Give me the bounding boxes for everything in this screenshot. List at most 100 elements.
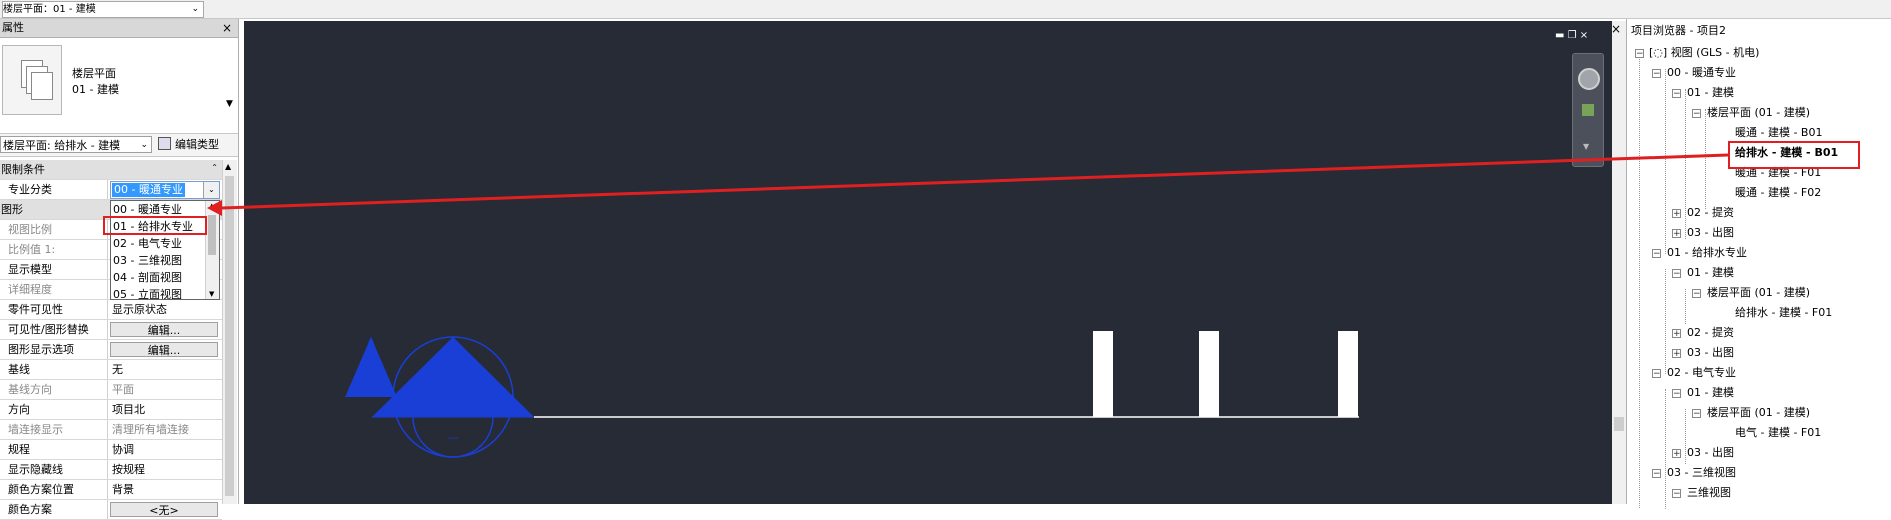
column-element[interactable] — [1093, 331, 1113, 417]
collapse-toggle[interactable]: − — [1652, 469, 1661, 479]
column-element[interactable] — [1199, 331, 1219, 417]
edit-type-button[interactable]: 编辑类型 — [158, 136, 219, 153]
prop-label: 显示模型 — [0, 260, 108, 279]
prop-row-discipline2: 规程 协调 — [0, 440, 222, 460]
tree-node-3d[interactable]: 03 - 三维视图 — [1667, 464, 1736, 482]
dropdown-option[interactable]: 05 - 立面视图 — [113, 286, 182, 299]
prop-label: 规程 — [0, 440, 108, 459]
prop-value[interactable]: 显示原状态 — [110, 300, 222, 319]
prop-value[interactable]: 协调 — [110, 440, 222, 459]
prop-value[interactable]: 背景 — [110, 480, 222, 499]
tree-node-elec-f01[interactable]: 电气 - 建模 - F01 — [1735, 424, 1821, 442]
properties-panel: 属性 × 楼层平面 01 - 建模 ▼ 楼层平面: 给排水 - 建模 ⌄ 编辑类… — [0, 19, 239, 520]
tree-node-plumb-submit[interactable]: 02 - 提资 — [1687, 324, 1734, 342]
prop-value[interactable]: 无 — [110, 360, 222, 379]
browser-title: 项目浏览器 - 项目2 — [1631, 24, 1726, 37]
close-icon[interactable]: × — [1611, 22, 1621, 36]
tree-node-elec[interactable]: 02 - 电气专业 — [1667, 364, 1736, 382]
floor-plan-icon — [2, 45, 62, 115]
column-element[interactable] — [1338, 331, 1358, 417]
instance-selector[interactable]: 楼层平面: 给排水 - 建模 ⌄ — [0, 136, 152, 153]
tree-node-plumb-output[interactable]: 03 - 出图 — [1687, 344, 1734, 362]
expand-toggle[interactable]: + — [1672, 229, 1681, 239]
tree-node-plumb[interactable]: 01 - 给排水专业 — [1667, 244, 1747, 262]
highlight-box — [103, 216, 207, 235]
collapse-toggle[interactable]: − — [1672, 89, 1681, 99]
prop-label: 颜色方案 — [0, 500, 108, 519]
zoom-icon[interactable] — [1582, 104, 1594, 116]
prop-label: 图形显示选项 — [0, 340, 108, 359]
tree-node-hvac-submit[interactable]: 02 - 提资 — [1687, 204, 1734, 222]
prop-label: 专业分类 — [0, 180, 108, 199]
collapse-toggle[interactable]: − — [1672, 389, 1681, 399]
dropdown-option[interactable]: 03 - 三维视图 — [113, 252, 182, 269]
tree-node-plumb-floorplan[interactable]: 楼层平面 (01 - 建模) — [1707, 284, 1810, 302]
highlight-box — [1728, 141, 1860, 169]
collapse-toggle[interactable]: − — [1635, 49, 1644, 59]
collapse-toggle[interactable]: − — [1652, 69, 1661, 79]
canvas-scrollbar[interactable] — [1612, 21, 1626, 504]
collapse-toggle[interactable]: − — [1672, 269, 1681, 279]
collapse-toggle[interactable]: − — [1692, 109, 1701, 119]
graphic-display-edit-button[interactable]: 编辑... — [110, 342, 218, 357]
color-scheme-button[interactable]: <无> — [110, 502, 218, 517]
tree-node-hvac-floorplan[interactable]: 楼层平面 (01 - 建模) — [1707, 104, 1810, 122]
collapse-toggle[interactable]: − — [1672, 489, 1681, 499]
scroll-down-icon[interactable]: ▼ — [209, 290, 214, 298]
discipline-dropdown-list[interactable]: 00 - 暖通专业 01 - 给排水专业 02 - 电气专业 03 - 三维视图… — [110, 200, 220, 300]
collapse-toggle[interactable]: − — [1652, 369, 1661, 379]
expand-toggle[interactable]: + — [1672, 449, 1681, 459]
properties-scrollbar[interactable]: ▲ — [222, 160, 237, 504]
tree-node-elec-output[interactable]: 03 - 出图 — [1687, 444, 1734, 462]
scroll-thumb[interactable] — [208, 215, 216, 255]
expand-toggle[interactable]: + — [1672, 329, 1681, 339]
prop-label: 基线方向 — [0, 380, 108, 399]
expand-toggle[interactable]: + — [1672, 349, 1681, 359]
tree-node-hvac-b01[interactable]: 暖通 - 建模 - B01 — [1735, 124, 1822, 142]
dropdown-arrow-icon[interactable]: ▼ — [226, 99, 233, 109]
steering-wheel-icon[interactable] — [1578, 68, 1600, 90]
vg-edit-button[interactable]: 编辑... — [110, 322, 218, 337]
section-constraints[interactable]: 限制条件 ⌃ — [0, 160, 222, 180]
type-selector[interactable]: 楼层平面 01 - 建模 ▼ — [2, 43, 234, 125]
tree-node-plumb-model[interactable]: 01 - 建模 — [1687, 264, 1734, 282]
tree-node-hvac[interactable]: 00 - 暖通专业 — [1667, 64, 1736, 82]
scroll-thumb[interactable] — [225, 176, 234, 496]
discipline-combo[interactable]: 00 - 暖通专业 ⌄ — [110, 181, 220, 199]
section-label: 限制条件 — [1, 163, 45, 176]
dropdown-option[interactable]: 04 - 剖面视图 — [113, 269, 182, 286]
tree-node-elec-floorplan[interactable]: 楼层平面 (01 - 建模) — [1707, 404, 1810, 422]
tree-node-plumb-f01[interactable]: 给排水 - 建模 - F01 — [1735, 304, 1832, 322]
restore-icon[interactable]: ❐ — [1568, 30, 1577, 41]
collapse-icon[interactable]: ⌃ — [211, 163, 218, 172]
drawing-canvas[interactable]: - --- — [244, 21, 1612, 504]
dropdown-scrollbar[interactable]: ▲ ▼ — [205, 201, 219, 299]
view-selector[interactable]: 楼层平面：01 - 建模 ⌄ — [2, 1, 204, 18]
tree-node-elec-model[interactable]: 01 - 建模 — [1687, 384, 1734, 402]
prop-label: 视图比例 — [0, 220, 108, 239]
chevron-down-icon[interactable]: ▼ — [1583, 142, 1589, 151]
scroll-up-icon[interactable]: ▲ — [225, 162, 231, 171]
collapse-toggle[interactable]: − — [1692, 409, 1701, 419]
expand-toggle[interactable]: + — [1672, 209, 1681, 219]
tree-node-hvac-model[interactable]: 01 - 建模 — [1687, 84, 1734, 102]
prop-value[interactable]: 按规程 — [110, 460, 222, 479]
prop-row-vg-override: 可见性/图形替换 编辑... — [0, 320, 222, 340]
scroll-up-icon[interactable]: ▲ — [209, 202, 214, 210]
dropdown-option[interactable]: 02 - 电气专业 — [113, 235, 182, 252]
collapse-toggle[interactable]: − — [1652, 249, 1661, 259]
collapse-toggle[interactable]: − — [1692, 289, 1701, 299]
close-icon[interactable]: × — [222, 19, 232, 37]
close-icon[interactable]: × — [1580, 30, 1588, 41]
prop-row-graphic-display: 图形显示选项 编辑... — [0, 340, 222, 360]
tree-node-hvac-f02[interactable]: 暖通 - 建模 - F02 — [1735, 184, 1821, 202]
type-name-type: 01 - 建模 — [72, 83, 119, 96]
chevron-down-icon[interactable]: ⌄ — [203, 182, 219, 198]
scroll-thumb[interactable] — [1614, 417, 1624, 431]
tree-node-hvac-output[interactable]: 03 - 出图 — [1687, 224, 1734, 242]
prop-label: 墙连接显示 — [0, 420, 108, 439]
prop-value[interactable]: 项目北 — [110, 400, 222, 419]
tree-node-root[interactable]: [◌] 视图 (GLS - 机电) — [1649, 44, 1759, 62]
tree-node-3d-view[interactable]: 三维视图 — [1687, 484, 1731, 502]
minimize-icon[interactable]: ▬ — [1555, 30, 1564, 41]
